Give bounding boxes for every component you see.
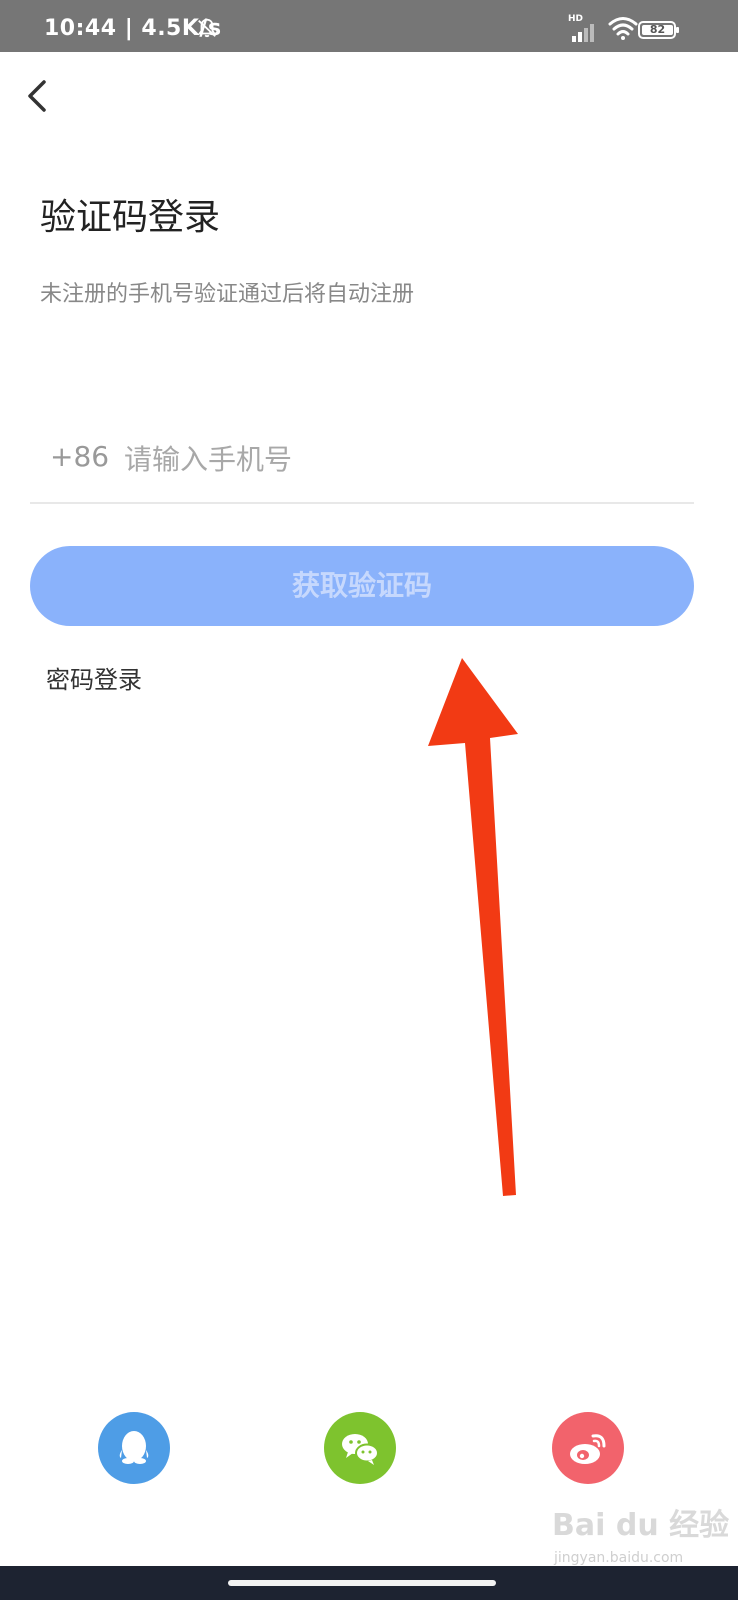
watermark-domain: jingyan.baidu.com bbox=[554, 1550, 684, 1566]
status-bar: 10:44 | 4.5K/s HD 82 bbox=[0, 0, 738, 52]
wechat-icon bbox=[342, 1434, 379, 1465]
input-divider bbox=[30, 502, 694, 504]
phone-input[interactable] bbox=[122, 436, 686, 482]
cell-signal-icon: HD bbox=[568, 14, 600, 44]
weibo-login-button[interactable] bbox=[552, 1412, 624, 1484]
wifi-icon bbox=[608, 17, 638, 40]
home-indicator[interactable] bbox=[228, 1580, 496, 1586]
country-code[interactable]: +86 bbox=[50, 440, 109, 473]
watermark-brand: Bai du 经验 bbox=[552, 1508, 730, 1543]
qq-login-button[interactable] bbox=[98, 1412, 170, 1484]
page-subtitle: 未注册的手机号验证通过后将自动注册 bbox=[40, 282, 415, 307]
mute-bell-icon bbox=[197, 18, 217, 38]
wechat-login-button[interactable] bbox=[324, 1412, 396, 1484]
page-title: 验证码登录 bbox=[40, 197, 221, 238]
battery-icon: 82 bbox=[638, 21, 679, 39]
back-icon[interactable] bbox=[22, 76, 52, 116]
battery-level: 82 bbox=[642, 24, 673, 35]
qq-icon bbox=[119, 1431, 149, 1464]
get-code-button[interactable]: 获取验证码 bbox=[30, 546, 694, 626]
status-time-speed: 10:44 | 4.5K/s bbox=[44, 16, 222, 41]
password-login-link[interactable]: 密码登录 bbox=[46, 660, 142, 695]
annotation-arrow bbox=[428, 658, 518, 1196]
weibo-icon bbox=[570, 1434, 606, 1464]
